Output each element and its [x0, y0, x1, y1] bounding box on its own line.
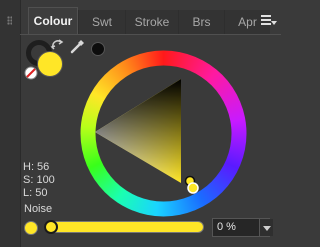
- noise-label: Noise: [24, 203, 53, 215]
- tab-bar: Colour Swt Stroke Brs Apr: [28, 7, 281, 34]
- tab-colour[interactable]: Colour: [28, 7, 78, 34]
- noise-slider[interactable]: [44, 220, 204, 234]
- tab-divider: [20, 34, 281, 35]
- noise-color-indicator: [24, 221, 38, 235]
- chevron-down-icon[interactable]: [259, 219, 273, 236]
- color-wheel[interactable]: [80, 50, 247, 217]
- panel-edge-strip: [0, 0, 21, 247]
- color-wheel-graphic[interactable]: [80, 50, 247, 217]
- noise-slider-knob[interactable]: [44, 220, 58, 234]
- swap-arrow-icon[interactable]: [50, 38, 64, 52]
- lightness-readout: L: 50: [23, 187, 48, 199]
- no-color-icon[interactable]: [24, 66, 38, 80]
- tab-stroke[interactable]: Stroke: [125, 10, 178, 34]
- panel-grip-handle[interactable]: [7, 16, 12, 25]
- saturation-readout: S: 100: [23, 174, 55, 186]
- fill-color-well[interactable]: [37, 51, 63, 77]
- hamburger-menu-icon[interactable]: [260, 14, 277, 28]
- hue-handle: [187, 182, 199, 194]
- hue-readout: H: 56: [23, 161, 50, 173]
- colour-panel: Colour Swt Stroke Brs Apr H: 56 S: 100 L…: [0, 0, 281, 247]
- tab-swatches[interactable]: Swt: [78, 10, 125, 34]
- tab-brushes[interactable]: Brs: [178, 10, 224, 34]
